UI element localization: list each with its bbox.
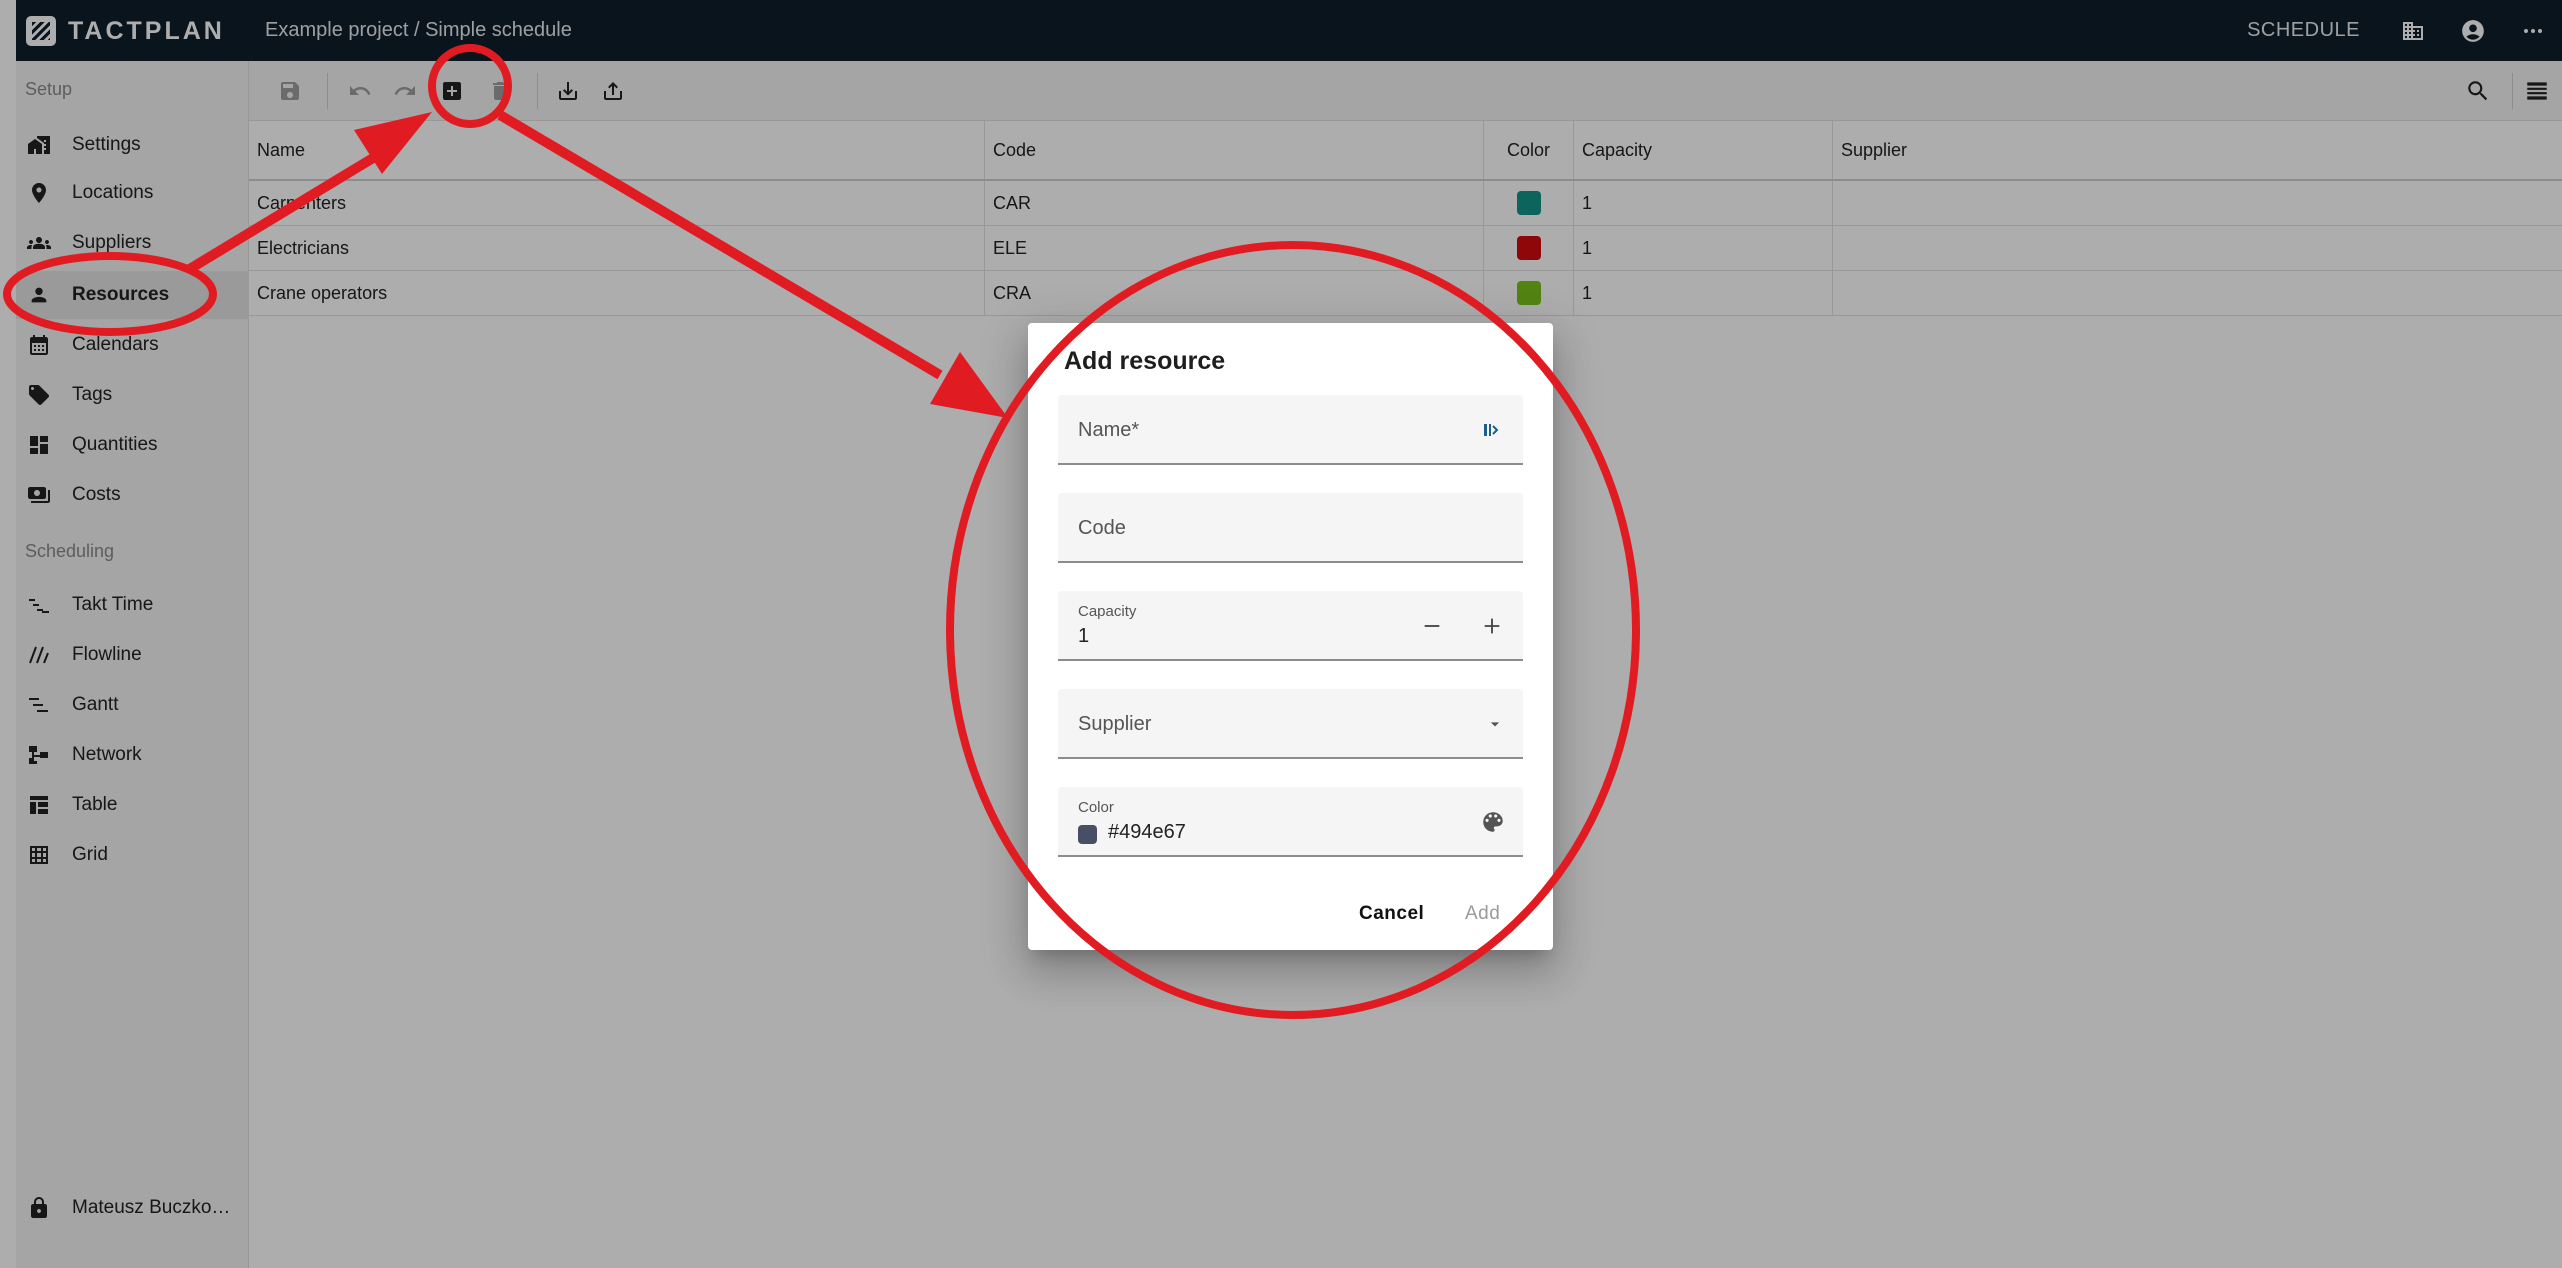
plus-icon[interactable]	[1477, 611, 1507, 641]
minus-icon[interactable]	[1417, 611, 1447, 641]
autofill-icon[interactable]	[1476, 415, 1506, 445]
color-field[interactable]: Color #494e67	[1058, 787, 1523, 857]
cancel-button[interactable]: Cancel	[1359, 903, 1424, 925]
palette-icon[interactable]	[1478, 807, 1508, 837]
code-placeholder: Code	[1078, 517, 1126, 539]
supplier-placeholder: Supplier	[1078, 713, 1152, 735]
color-label: Color	[1078, 799, 1114, 816]
add-button[interactable]: Add	[1465, 903, 1500, 925]
capacity-value: 1	[1078, 625, 1090, 647]
dialog-title: Add resource	[1064, 347, 1226, 375]
code-field[interactable]: Code	[1058, 493, 1523, 563]
chevron-down-icon	[1480, 709, 1510, 739]
supplier-select[interactable]: Supplier	[1058, 689, 1523, 759]
color-preview-swatch	[1078, 825, 1097, 844]
capacity-label: Capacity	[1078, 603, 1137, 620]
capacity-stepper[interactable]: Capacity 1	[1058, 591, 1523, 661]
name-placeholder: Name*	[1078, 419, 1140, 441]
add-resource-dialog: Add resource Name* Code Capacity 1 Suppl…	[1028, 323, 1553, 950]
name-field[interactable]: Name*	[1058, 395, 1523, 465]
color-value: #494e67	[1108, 821, 1186, 843]
